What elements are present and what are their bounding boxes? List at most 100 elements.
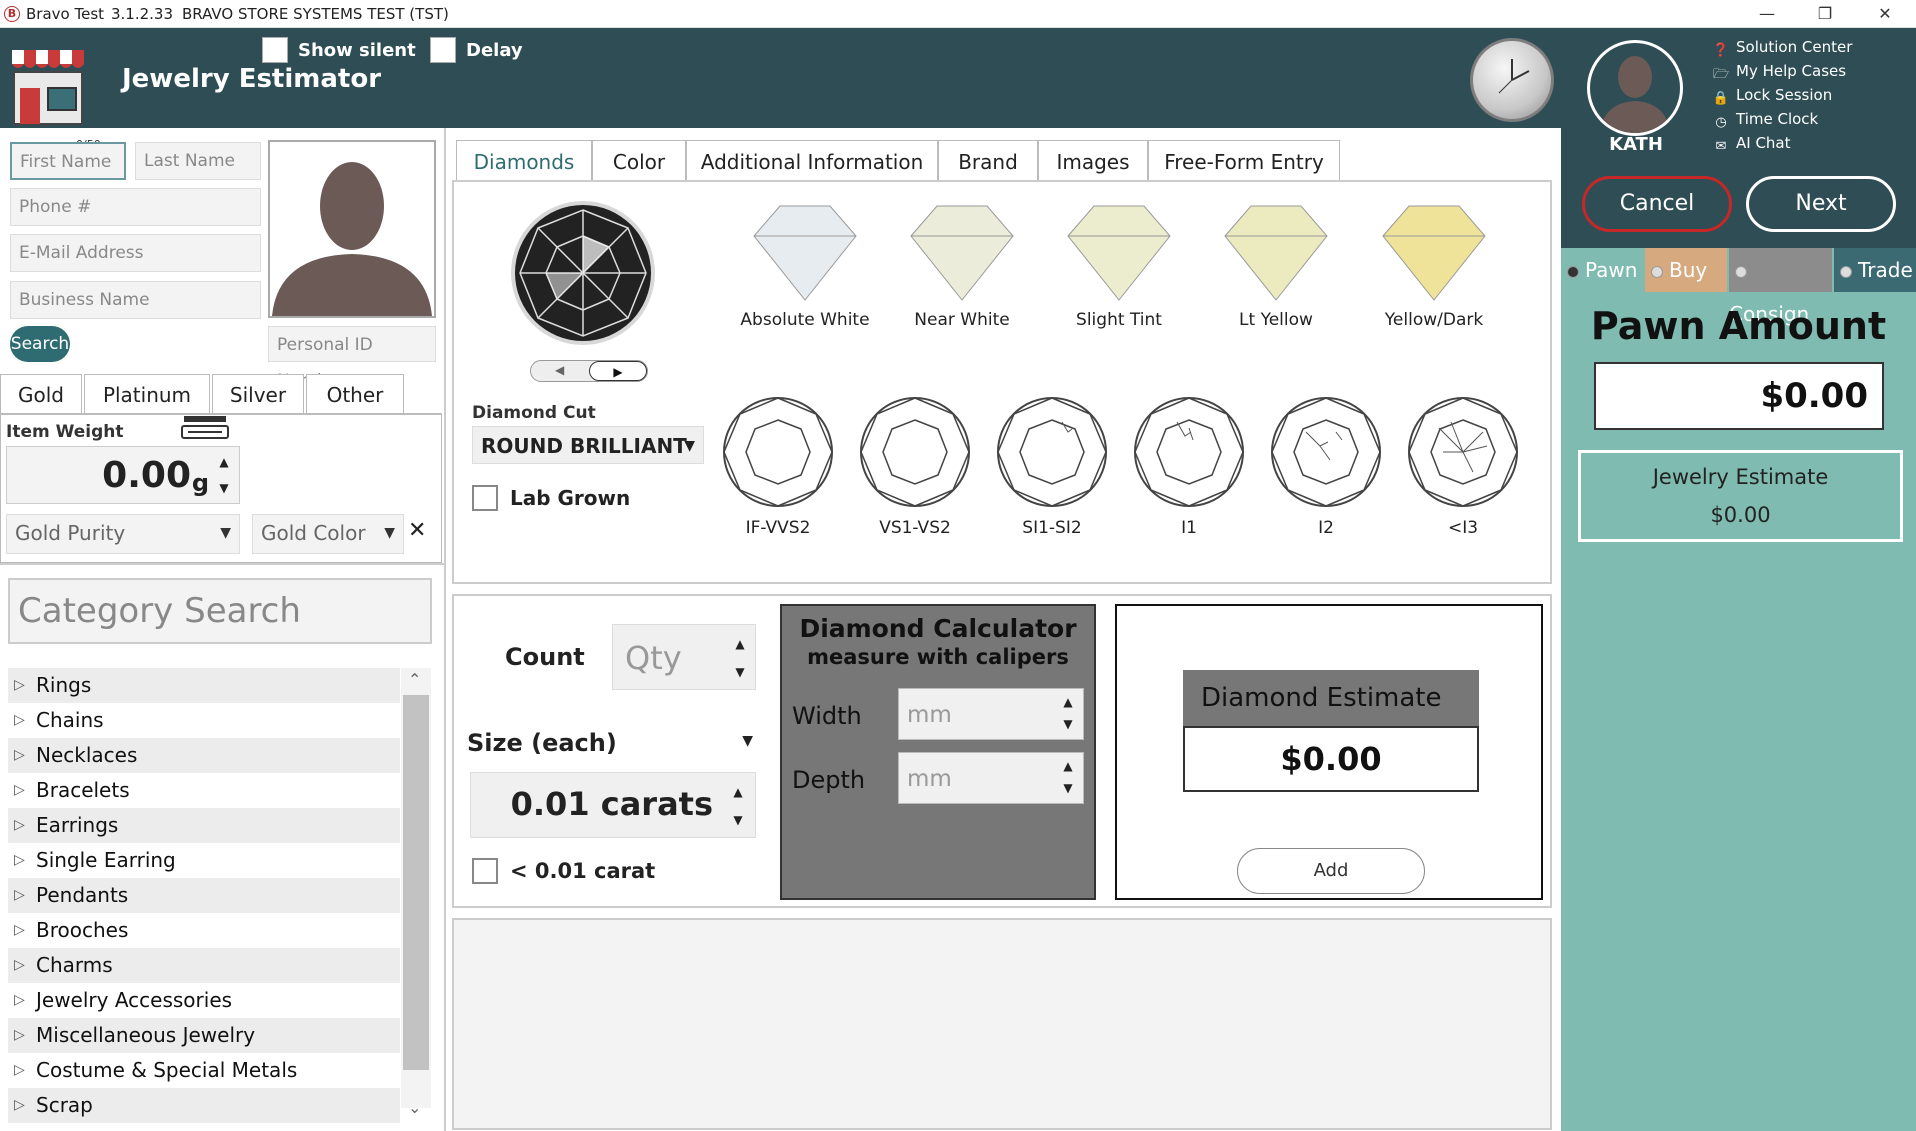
weight-down-icon[interactable]: ▼ xyxy=(215,481,233,495)
category-item[interactable]: ▷ Necklaces xyxy=(8,738,400,773)
category-item[interactable]: ▷ Brooches xyxy=(8,913,400,948)
diamond-cut-select[interactable]: ROUND BRILLIANT ▼ xyxy=(472,426,704,464)
restore-icon[interactable]: ❐ xyxy=(1802,2,1848,26)
tab-silver[interactable]: Silver xyxy=(212,374,304,414)
qty-up-icon[interactable]: ▲ xyxy=(731,637,749,651)
weight-field[interactable]: 0.00 g ▲ ▼ xyxy=(6,446,240,504)
small-carat-checkbox[interactable] xyxy=(472,858,498,884)
scroll-down-icon[interactable]: ⌄ xyxy=(408,1098,421,1117)
gold-color-select[interactable]: Gold Color ▼ xyxy=(252,514,404,554)
user-avatar[interactable] xyxy=(1587,40,1683,136)
pawn-amount-field[interactable]: $0.00 xyxy=(1594,362,1884,430)
jewelry-estimate-value: $0.00 xyxy=(1710,503,1771,527)
category-item[interactable]: ▷ Pendants xyxy=(8,878,400,913)
tab-free-form-entry[interactable]: Free-Form Entry xyxy=(1148,140,1340,182)
category-search-input[interactable]: Category Search xyxy=(8,578,432,644)
tab-images[interactable]: Images xyxy=(1038,140,1148,182)
category-item[interactable]: ▷ Rings xyxy=(8,668,400,703)
search-button[interactable]: Search xyxy=(10,326,70,362)
business-name-input[interactable]: Business Name xyxy=(10,281,261,319)
diamond-estimate-value: $0.00 xyxy=(1183,726,1479,792)
mode-tab-pawn[interactable]: Pawn xyxy=(1561,248,1645,292)
personal-id-input[interactable]: Personal ID Number xyxy=(268,326,436,391)
qty-down-icon[interactable]: ▼ xyxy=(731,665,749,679)
color-option-lt-yellow[interactable]: Lt Yellow xyxy=(1211,196,1341,330)
customer-photo[interactable] xyxy=(268,140,436,318)
tab-platinum[interactable]: Platinum xyxy=(84,374,210,414)
lock-session-link[interactable]: 🔒 Lock Session xyxy=(1712,86,1832,107)
qty-input[interactable]: Qty ▲ ▼ xyxy=(612,624,756,690)
category-item[interactable]: ▷ Chains xyxy=(8,703,400,738)
color-option-yellow-dark[interactable]: Yellow/Dark xyxy=(1369,196,1499,330)
width-up-icon[interactable]: ▲ xyxy=(1059,695,1077,709)
size-down-icon[interactable]: ▼ xyxy=(729,813,747,827)
help-cases-link[interactable]: 🗁 My Help Cases xyxy=(1712,62,1846,83)
scroll-up-icon[interactable]: ⌃ xyxy=(408,670,421,689)
app-version: 3.1.2.33 xyxy=(111,5,174,23)
show-silent-checkbox[interactable] xyxy=(262,37,288,63)
prev-icon[interactable]: ◀ xyxy=(555,363,564,377)
gold-color-text: Gold Color xyxy=(261,521,366,545)
clarity-option-vs1-vs2[interactable]: VS1-VS2 xyxy=(855,392,975,538)
expand-icon: ▷ xyxy=(14,992,25,1008)
size-select[interactable]: Size (each) ▼ xyxy=(467,729,753,757)
customer-silhouette-icon xyxy=(272,162,432,316)
lab-grown-checkbox[interactable] xyxy=(472,485,498,511)
clarity-option-i3[interactable]: <I3 xyxy=(1403,392,1523,538)
color-option-near-white[interactable]: Near White xyxy=(897,196,1027,330)
clock-icon[interactable] xyxy=(1470,38,1554,122)
clarity-option-i2[interactable]: I2 xyxy=(1266,392,1386,538)
width-down-icon[interactable]: ▼ xyxy=(1059,717,1077,731)
tab-gold[interactable]: Gold xyxy=(0,374,82,414)
size-field[interactable]: 0.01 carats ▲ ▼ xyxy=(470,772,756,838)
cancel-button[interactable]: Cancel xyxy=(1582,176,1732,232)
solution-center-link[interactable]: ❓ Solution Center xyxy=(1712,38,1852,59)
first-name-input[interactable]: First Name xyxy=(10,142,126,180)
tab-color[interactable]: Color xyxy=(592,140,686,182)
category-item[interactable]: ▷ Bracelets xyxy=(8,773,400,808)
category-item[interactable]: ▷ Jewelry Accessories xyxy=(8,983,400,1018)
depth-down-icon[interactable]: ▼ xyxy=(1059,781,1077,795)
size-up-icon[interactable]: ▲ xyxy=(729,785,747,799)
clarity-option-if-vvs2[interactable]: IF-VVS2 xyxy=(718,392,838,538)
minimize-icon[interactable]: — xyxy=(1744,2,1790,26)
weight-up-icon[interactable]: ▲ xyxy=(215,455,233,469)
gold-purity-select[interactable]: Gold Purity ▼ xyxy=(6,514,240,554)
scrollbar-thumb[interactable] xyxy=(403,695,429,1070)
category-item[interactable]: ▷ Miscellaneous Jewelry xyxy=(8,1018,400,1053)
add-button[interactable]: Add xyxy=(1237,848,1425,894)
category-item[interactable]: ▷ Costume & Special Metals xyxy=(8,1053,400,1088)
tab-other[interactable]: Other xyxy=(306,374,404,414)
tab-brand[interactable]: Brand xyxy=(938,140,1038,182)
mode-tab-buy[interactable]: Buy xyxy=(1645,248,1727,292)
tab-diamonds[interactable]: Diamonds xyxy=(456,140,592,182)
category-item[interactable]: ▷ Single Earring xyxy=(8,843,400,878)
category-item[interactable]: ▷ Scrap xyxy=(8,1088,400,1123)
mode-tab-trade[interactable]: Trade xyxy=(1834,248,1916,292)
last-name-input[interactable]: Last Name xyxy=(135,142,261,180)
email-input[interactable]: E-Mail Address xyxy=(10,234,261,272)
scale-icon[interactable] xyxy=(180,414,230,440)
shape-pager[interactable]: ◀ ▶ xyxy=(530,360,648,382)
clear-icon[interactable]: ✕ xyxy=(408,518,426,543)
depth-input[interactable]: mm ▲ ▼ xyxy=(898,752,1084,804)
small-carat-label: < 0.01 carat xyxy=(510,859,656,883)
color-option-slight-tint[interactable]: Slight Tint xyxy=(1054,196,1184,330)
tab-additional-information[interactable]: Additional Information xyxy=(686,140,938,182)
next-button[interactable]: Next xyxy=(1746,176,1896,232)
ai-chat-link[interactable]: ✉ AI Chat xyxy=(1712,134,1791,155)
diamond-shape-icon[interactable] xyxy=(508,198,658,348)
mode-tab-consign[interactable]: Consign xyxy=(1729,248,1832,326)
color-option-absolute-white[interactable]: Absolute White xyxy=(740,196,870,330)
category-item[interactable]: ▷ Earrings xyxy=(8,808,400,843)
width-input[interactable]: mm ▲ ▼ xyxy=(898,688,1084,740)
clarity-option-i1[interactable]: I1 xyxy=(1129,392,1249,538)
close-icon[interactable]: ✕ xyxy=(1862,2,1908,26)
next-icon[interactable]: ▶ xyxy=(589,361,647,381)
phone-input[interactable]: Phone # xyxy=(10,188,261,226)
delay-checkbox[interactable] xyxy=(430,37,456,63)
category-item[interactable]: ▷ Charms xyxy=(8,948,400,983)
depth-up-icon[interactable]: ▲ xyxy=(1059,759,1077,773)
clarity-option-si1-si2[interactable]: SI1-SI2 xyxy=(992,392,1112,538)
time-clock-link[interactable]: ◷ Time Clock xyxy=(1712,110,1818,131)
